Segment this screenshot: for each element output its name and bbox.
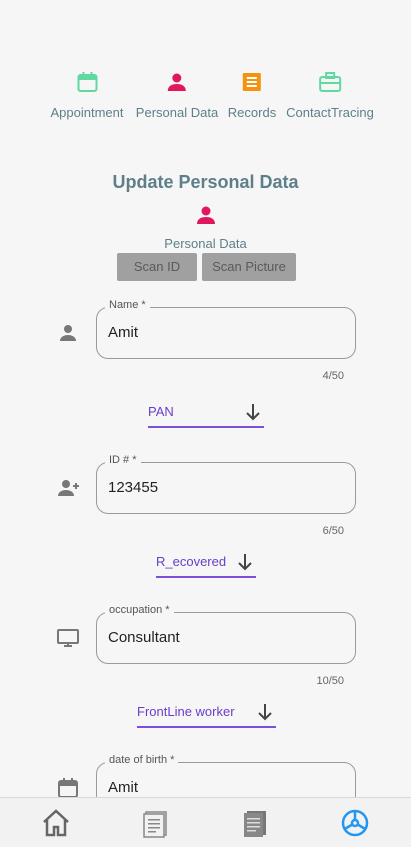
- home-icon[interactable]: [41, 808, 71, 838]
- briefcase-icon: [318, 72, 341, 92]
- monitor-icon: [57, 629, 79, 647]
- nav-personal-data-label: Personal Data: [135, 105, 219, 120]
- id-type-value: PAN: [148, 404, 174, 419]
- id-counter: 6/50: [322, 525, 344, 537]
- status-dropdown[interactable]: R_ecovered: [156, 552, 256, 578]
- person-icon: [197, 206, 215, 224]
- person-icon: [167, 73, 186, 91]
- id-type-dropdown[interactable]: PAN: [148, 402, 264, 428]
- arrow-down-icon: [238, 554, 252, 571]
- list-icon: [242, 73, 261, 91]
- bottom-nav: [0, 797, 411, 847]
- scan-picture-button[interactable]: Scan Picture: [202, 253, 296, 281]
- document-icon[interactable]: [141, 808, 171, 838]
- nav-appointment-label: Appointment: [50, 105, 124, 120]
- page-title: Update Personal Data: [112, 172, 299, 192]
- calendar-icon: [77, 72, 97, 92]
- nav-personal-data[interactable]: Personal Data: [136, 70, 218, 121]
- id-field-value: 123455: [108, 479, 159, 496]
- arrow-down-icon: [246, 404, 260, 421]
- name-field[interactable]: Name * Amit: [96, 299, 356, 359]
- person-add-icon: [58, 480, 79, 496]
- dob-field-value: Amit: [108, 779, 138, 796]
- nav-records[interactable]: Records: [228, 70, 276, 121]
- worker-type-value: FrontLine worker: [137, 704, 235, 719]
- nav-contact-tracing[interactable]: ContactTracing: [286, 70, 374, 121]
- name-counter: 4/50: [322, 370, 344, 382]
- dob-field-label: date of birth *: [105, 754, 179, 766]
- name-field-label: Name *: [105, 299, 150, 311]
- nav-appointment[interactable]: Appointment: [51, 70, 124, 121]
- top-nav: Appointment Personal Data Records Contac…: [0, 70, 411, 130]
- status-value: R_ecovered: [156, 554, 227, 569]
- occupation-field-label: occupation *: [105, 604, 174, 616]
- id-field[interactable]: ID # * 123455: [96, 454, 356, 514]
- settings-icon[interactable]: [340, 808, 370, 838]
- worker-type-dropdown[interactable]: FrontLine worker: [137, 702, 276, 728]
- occupation-field-value: Consultant: [108, 629, 180, 646]
- nav-contact-tracing-label: ContactTracing: [286, 105, 374, 120]
- notes-icon[interactable]: [241, 808, 271, 838]
- id-field-label: ID # *: [105, 454, 141, 466]
- scan-id-button[interactable]: Scan ID: [117, 253, 197, 281]
- name-field-value: Amit: [108, 324, 138, 341]
- occupation-field[interactable]: occupation * Consultant: [96, 604, 356, 664]
- occupation-counter: 10/50: [316, 675, 344, 687]
- person-icon: [60, 325, 76, 341]
- nav-records-label: Records: [227, 105, 277, 120]
- section-label: Personal Data: [164, 236, 247, 251]
- arrow-down-icon: [258, 704, 272, 721]
